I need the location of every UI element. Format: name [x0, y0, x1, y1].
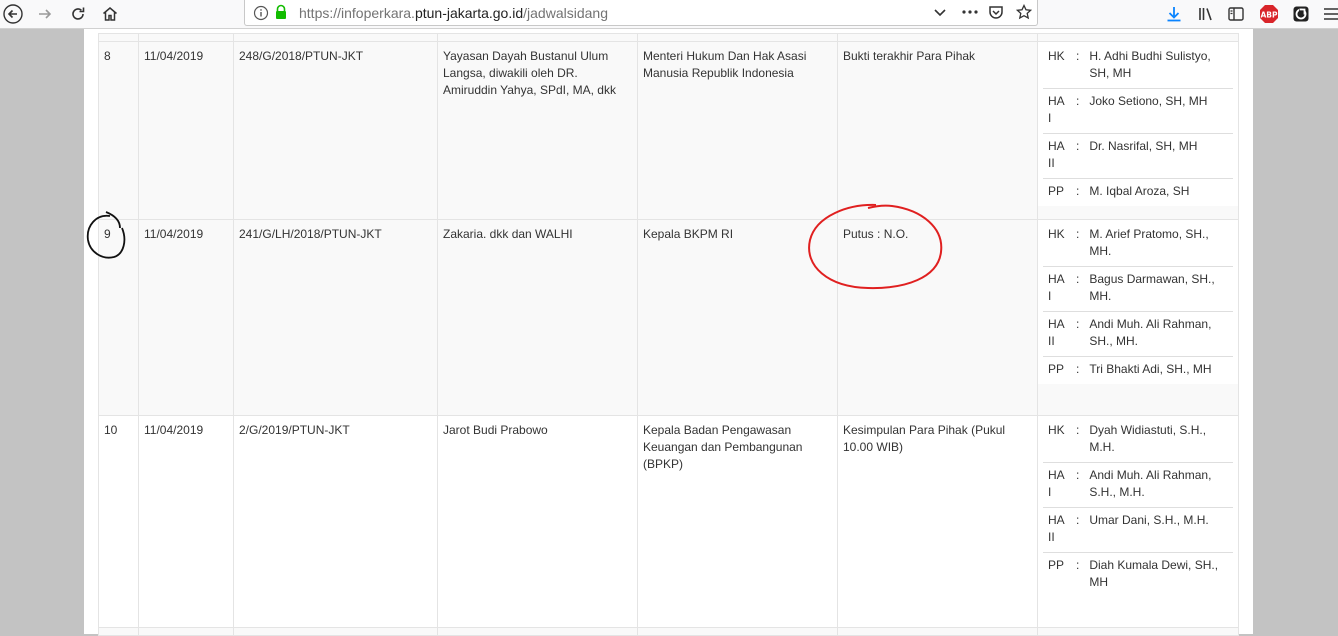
annotation-overlay	[86, 203, 943, 290]
black-circle-annotation	[86, 211, 126, 259]
red-circle-annotation	[808, 203, 943, 290]
